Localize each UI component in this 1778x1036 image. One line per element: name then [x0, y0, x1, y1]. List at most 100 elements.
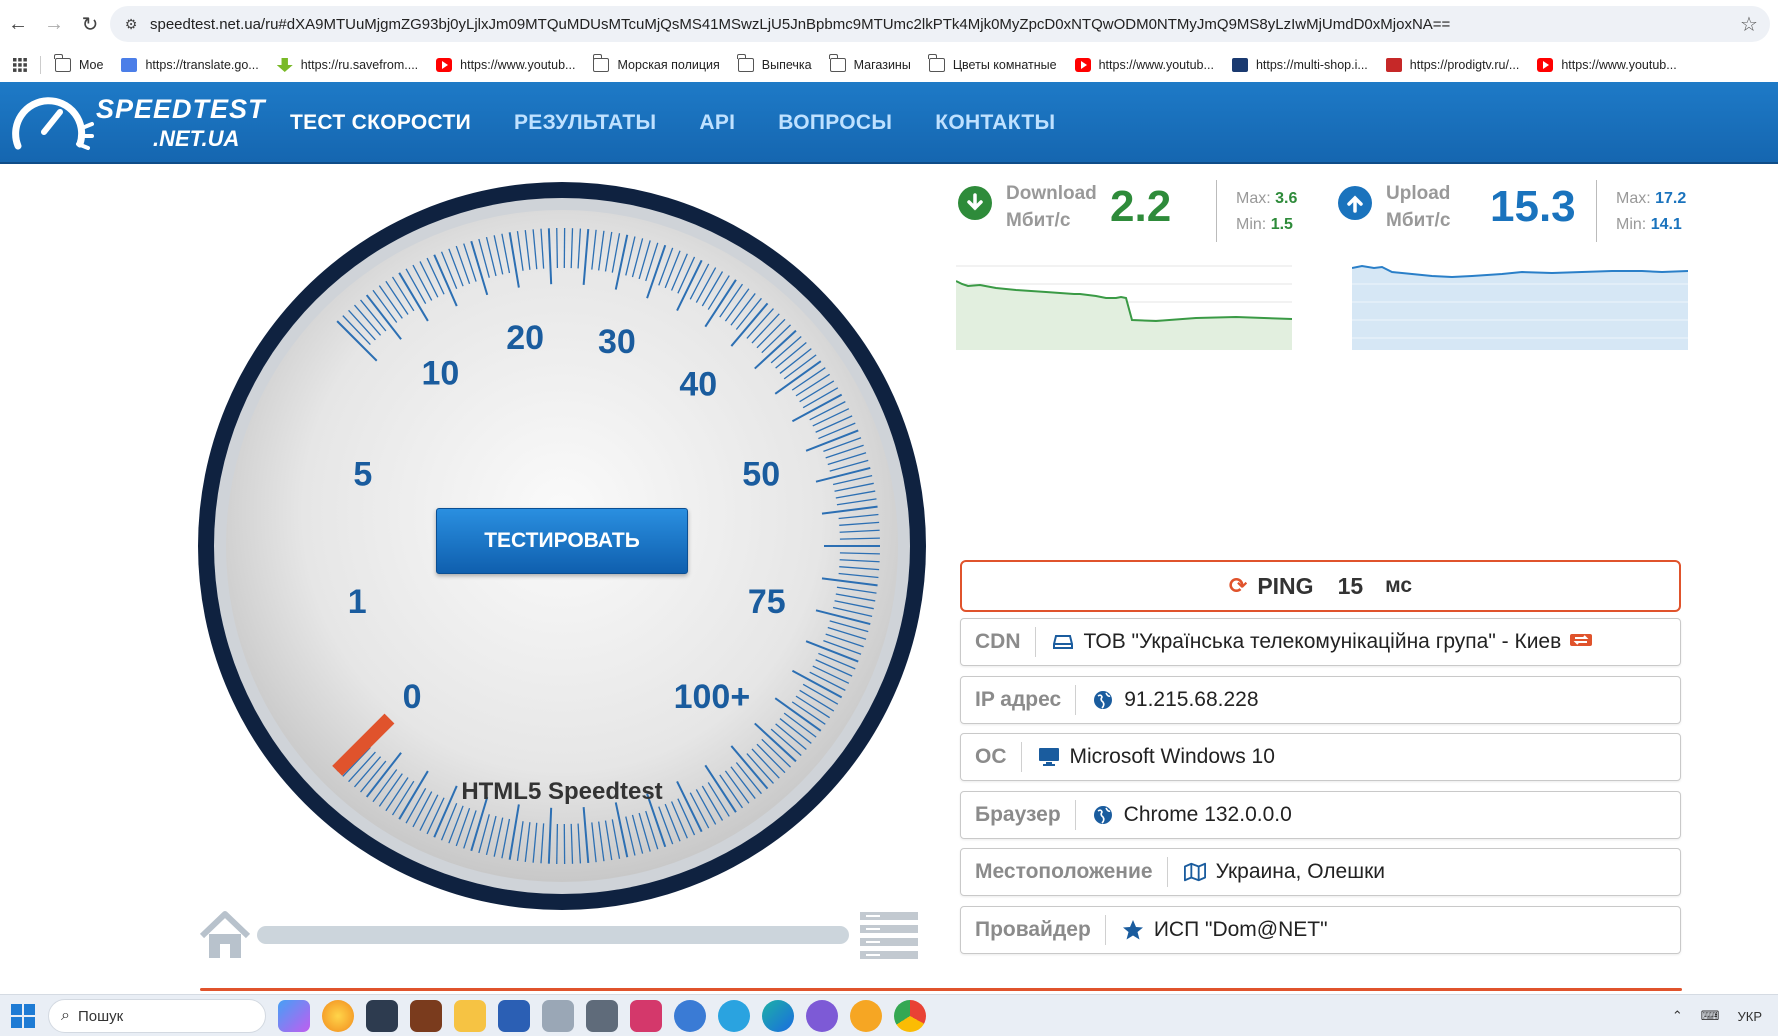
file-explorer-icon[interactable]: [454, 1000, 486, 1032]
app-icon[interactable]: [542, 1000, 574, 1032]
info-value: Chrome 132.0.0.0: [1123, 803, 1292, 826]
download-value: 2.2: [1110, 182, 1172, 231]
menu-item-contacts[interactable]: КОНТАКТЫ: [935, 111, 1055, 135]
test-progress-bar: [257, 926, 849, 944]
upload-min-label: Min:: [1616, 216, 1647, 233]
upload-min-value: 14.1: [1650, 216, 1682, 233]
gauge-tick-label: 40: [679, 366, 717, 404]
gauge-tick-label: 75: [748, 583, 786, 621]
globe-icon[interactable]: [674, 1000, 706, 1032]
snipping-tool-icon[interactable]: [630, 1000, 662, 1032]
multishop-icon: [1231, 58, 1248, 72]
app-icon[interactable]: [850, 1000, 882, 1032]
download-title: Download: [1006, 183, 1097, 204]
system-tray: ⌃ ⌨ УКР: [1654, 995, 1762, 1036]
menu-item-speed-test[interactable]: ТЕСТ СКОРОСТИ: [290, 111, 471, 135]
server-icon: [1052, 631, 1074, 653]
home-icon: [199, 911, 251, 958]
edge-icon[interactable]: [762, 1000, 794, 1032]
info-value: 91.215.68.228: [1124, 688, 1259, 711]
bookmark-label: Цветы комнатные: [952, 58, 1057, 72]
refresh-icon[interactable]: ⟳: [1229, 573, 1247, 599]
app-icon[interactable]: [366, 1000, 398, 1032]
app-window: { "browser": { "url": "speedtest.net.ua/…: [0, 0, 1778, 1036]
logo-text-domain: .NET.UA: [153, 126, 240, 151]
viber-icon[interactable]: [806, 1000, 838, 1032]
site-info-icon[interactable]: ⚙: [122, 15, 140, 33]
bookmark-item[interactable]: Мое: [54, 54, 104, 72]
menu-item-results[interactable]: РЕЗУЛЬТАТЫ: [514, 111, 656, 135]
info-row-provider: Провайдер ИСП "Dom@NET": [960, 906, 1681, 954]
upload-max-label: Max:: [1616, 190, 1651, 207]
url-text[interactable]: speedtest.net.ua/ru#dXA9MTUuMjgmZG93bj0y…: [150, 16, 1734, 33]
folder-icon: [592, 54, 610, 72]
address-bar[interactable]: ⚙ speedtest.net.ua/ru#dXA9MTUuMjgmZG93bj…: [110, 6, 1770, 42]
info-value: ТОВ "Українська телекомунікаційна група"…: [1083, 630, 1562, 653]
weather-icon[interactable]: [322, 1000, 354, 1032]
download-min-value: 1.5: [1270, 216, 1293, 233]
chevron-up-icon[interactable]: ⌃: [1672, 1008, 1683, 1024]
speedometer-logo-icon: [12, 97, 94, 150]
site-logo[interactable]: SPEEDTEST .NET.UA: [8, 88, 265, 158]
keyboard-icon[interactable]: ⌨: [1701, 1008, 1720, 1024]
bookmark-label: Мое: [79, 58, 104, 72]
menu-item-api[interactable]: API: [699, 111, 735, 135]
gmail-icon: [1385, 58, 1402, 72]
start-test-button[interactable]: ТЕСТИРОВАТЬ: [436, 508, 688, 574]
reload-button[interactable]: ↻: [72, 6, 108, 42]
upload-title: Upload: [1386, 183, 1451, 204]
browser-toolbar: ← → ↻ ⚙ speedtest.net.ua/ru#dXA9MTUuMjgm…: [0, 0, 1778, 48]
info-row-browser: Браузер Chrome 132.0.0.0: [960, 791, 1681, 839]
bookmark-star-icon[interactable]: ☆: [1734, 12, 1764, 37]
server-icon: [860, 912, 918, 959]
bookmark-item[interactable]: Цветы комнатные: [928, 54, 1057, 72]
ping-unit: мс: [1385, 574, 1413, 597]
gauge-tick-label: 0: [403, 678, 422, 716]
calculator-icon[interactable]: [586, 1000, 618, 1032]
ping-box: ⟳ PING 15 мс: [960, 560, 1681, 612]
download-minmax: Max: 3.6 Min: 1.5: [1236, 186, 1297, 238]
info-value: ИСП "Dom@NET": [1153, 918, 1328, 941]
bookmark-item[interactable]: https://prodigtv.ru/...: [1385, 58, 1519, 72]
os-taskbar: ⌕ Пошук ⌃ ⌨ УКР: [0, 994, 1778, 1036]
search-icon: ⌕: [61, 1007, 70, 1024]
menu-item-faq[interactable]: ВОПРОСЫ: [778, 111, 892, 135]
download-separator: [1216, 180, 1217, 242]
taskbar-search[interactable]: ⌕ Пошук: [48, 999, 266, 1033]
copilot-icon[interactable]: [278, 1000, 310, 1032]
gauge-tick-label: 50: [742, 455, 780, 493]
bookmark-item[interactable]: https://www.youtub...: [436, 58, 575, 72]
bookmark-label: https://multi-shop.i...: [1255, 58, 1368, 72]
bookmark-item[interactable]: https://www.youtub...: [1537, 58, 1677, 72]
forward-button[interactable]: →: [36, 6, 72, 42]
apps-grid-icon[interactable]: [6, 51, 34, 79]
upload-history-area: [1352, 266, 1688, 350]
folder-icon: [928, 54, 945, 72]
download-max-value: 3.6: [1275, 190, 1298, 207]
change-server-icon[interactable]: [1569, 631, 1593, 654]
globe-icon: [1092, 689, 1114, 711]
info-value: Microsoft Windows 10: [1069, 745, 1275, 768]
bookmark-item[interactable]: https://multi-shop.i...: [1231, 58, 1368, 72]
arrow-down-icon: [958, 186, 992, 220]
bookmark-item[interactable]: Морская полиция: [592, 54, 720, 72]
telegram-icon[interactable]: [718, 1000, 750, 1032]
bookmark-item[interactable]: https://www.youtub...: [1074, 58, 1214, 72]
bookmark-label: https://ru.savefrom....: [300, 58, 419, 72]
gauge-caption: HTML5 Speedtest: [461, 778, 663, 805]
download-history-area: [956, 281, 1292, 350]
chrome-icon[interactable]: [894, 1000, 926, 1032]
bookmark-item[interactable]: https://translate.go...: [121, 58, 259, 72]
translate-icon: [121, 58, 138, 72]
upload-panel: Upload Мбит/с 15.3 Max: 17.2 Min: 14.1: [1338, 176, 1688, 242]
back-button[interactable]: ←: [0, 6, 36, 42]
game-icon[interactable]: [410, 1000, 442, 1032]
language-indicator[interactable]: УКР: [1737, 1009, 1762, 1024]
bookmark-item[interactable]: Магазины: [829, 54, 911, 72]
bookmark-item[interactable]: Выпечка: [737, 54, 812, 72]
bookmark-item[interactable]: https://ru.savefrom....: [276, 58, 419, 72]
bookmark-label: Выпечка: [761, 58, 812, 72]
word-icon[interactable]: [498, 1000, 530, 1032]
windows-start-icon[interactable]: [10, 1003, 36, 1029]
star-icon: [1122, 919, 1144, 941]
